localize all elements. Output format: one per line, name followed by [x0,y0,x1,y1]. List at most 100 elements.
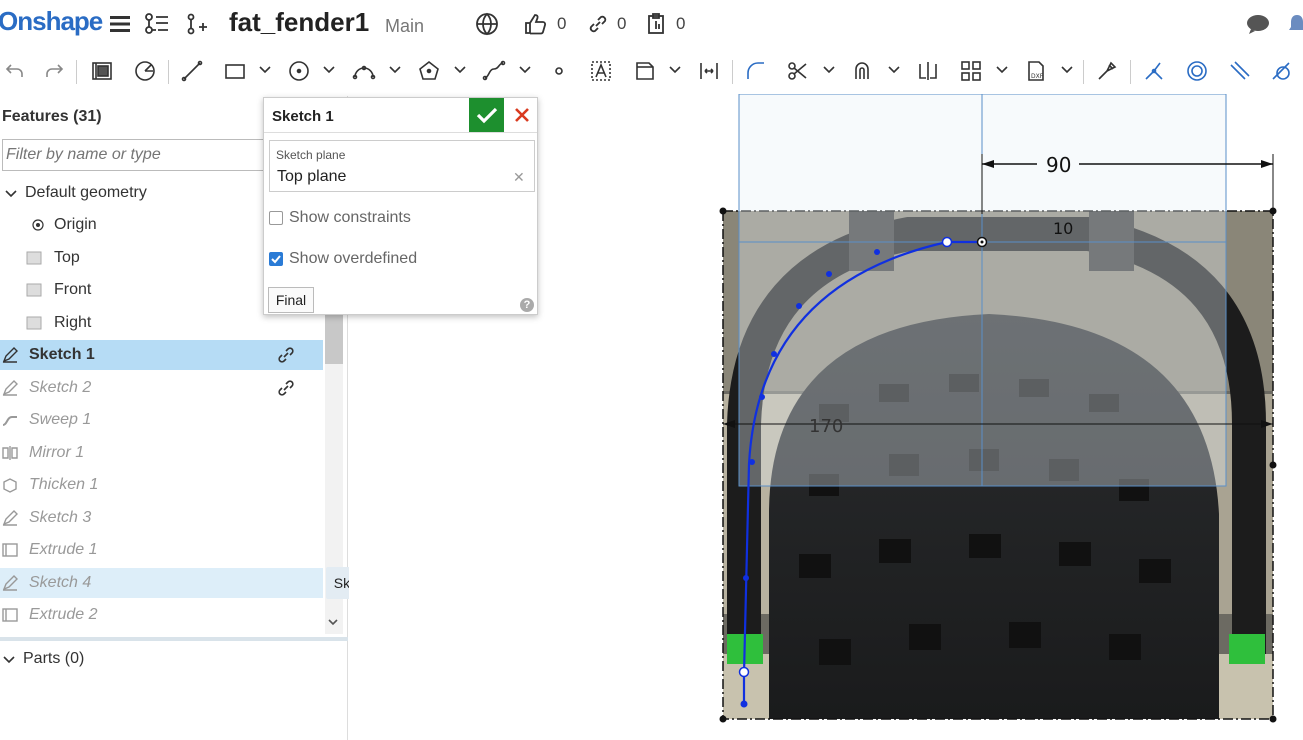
feature-filter-input[interactable] [2,139,272,171]
help-icon[interactable]: ? [520,298,534,312]
link-icon[interactable] [584,10,612,38]
feature-item-sketch-4[interactable]: Sketch 4 [0,568,323,598]
chevron-down-icon[interactable] [453,62,467,76]
line-tool-icon[interactable] [177,56,207,86]
dimension-tool-icon[interactable] [694,56,724,86]
dimension-height-text[interactable]: 10 [1053,219,1073,238]
pattern-tool-icon[interactable] [956,56,986,86]
feature-item-sketch-2[interactable]: Sketch 2 [0,373,323,403]
plane-icon [25,281,43,299]
notifications-icon[interactable] [1283,10,1303,38]
scroll-down-icon[interactable] [327,616,339,630]
redo-icon[interactable] [39,56,69,86]
show-constraints-option[interactable]: Show constraints [269,209,411,227]
arc-tool-icon[interactable] [349,56,379,86]
point-tool-icon[interactable] [544,56,574,86]
extrude-icon [1,606,19,624]
sketch-tool-icon[interactable] [87,56,117,86]
chevron-down-icon[interactable] [2,652,20,666]
feature-label: Mirror 1 [29,444,85,461]
like-icon[interactable] [522,10,550,38]
sketch-icon [1,346,19,364]
feature-label: Extrude 1 [29,541,98,558]
show-constraints-checkbox[interactable] [269,211,283,225]
tangent-constraint-icon[interactable] [1266,56,1296,86]
chevron-down-icon[interactable] [322,62,336,76]
parallel-constraint-icon[interactable] [1224,56,1254,86]
branch-name[interactable]: Main [385,16,424,37]
feature-item-sweep-1[interactable]: Sweep 1 [0,405,323,435]
fillet-tool-icon[interactable] [741,56,771,86]
chevron-down-icon[interactable] [1060,62,1074,76]
panel-divider[interactable] [0,637,348,641]
feature-item-mirror-1[interactable]: Mirror 1 [0,438,323,468]
feature-item-thicken-1[interactable]: Thicken 1 [0,470,323,500]
link-count: 0 [617,14,627,33]
chevron-down-icon[interactable] [887,62,901,76]
feature-item-sketch-3[interactable]: Sketch 3 [0,503,323,533]
tree-item-label: Front [54,281,92,298]
copy-count: 0 [676,14,686,33]
sketch-plane-field[interactable]: Sketch plane Top plane ✕ [269,140,535,192]
parts-group[interactable]: Parts (0) [0,650,84,668]
final-button[interactable]: Final [268,287,314,313]
polygon-tool-icon[interactable] [414,56,444,86]
sketch-icon [1,509,19,527]
dxf-import-icon[interactable]: DXF [1021,56,1051,86]
comments-icon[interactable] [1244,10,1272,38]
chevron-down-icon[interactable] [668,62,682,76]
close-icon [515,108,529,122]
cancel-button[interactable] [506,98,538,132]
rectangle-tool-icon[interactable] [220,56,250,86]
sketch-dialog-title: Sketch 1 [272,108,334,125]
show-overdefined-checkbox[interactable] [269,252,283,266]
feature-label: Sketch 1 [29,346,95,363]
feature-item-sketch-1[interactable]: Sketch 1 [0,340,323,370]
chevron-down-icon[interactable] [822,62,836,76]
extrude-icon [1,541,19,559]
show-overdefined-option[interactable]: Show overdefined [269,250,417,268]
document-title[interactable]: fat_fender1 [229,7,369,38]
clear-plane-icon[interactable]: ✕ [513,169,525,186]
mirror-tool-icon[interactable] [913,56,943,86]
link-icon[interactable] [277,379,295,397]
dimension-width-text: 90 [1046,153,1071,177]
version-graph-icon[interactable] [183,10,211,38]
confirm-button[interactable] [469,98,504,132]
construction-tool-icon[interactable] [630,56,660,86]
feature-item-extrude-1[interactable]: Extrude 1 [0,535,323,565]
undo-icon[interactable] [0,56,30,86]
chevron-down-icon[interactable] [2,184,20,202]
link-icon[interactable] [277,346,295,364]
check-icon [476,107,497,124]
circle-tool-icon[interactable] [284,56,314,86]
chevron-down-icon[interactable] [518,62,532,76]
sketch-endpoint[interactable] [738,666,750,678]
tree-item-label: Right [54,314,92,331]
spline-tool-icon[interactable] [479,56,509,86]
feature-label: Sketch 4 [29,574,92,591]
trim-tool-icon[interactable] [783,56,813,86]
sketch-plane-value: Top plane [277,168,347,185]
onshape-logo[interactable]: Onshape [0,6,103,37]
menu-icon[interactable] [106,10,134,38]
clipboard-icon[interactable] [643,10,671,38]
chevron-down-icon[interactable] [388,62,402,76]
offset-tool-icon[interactable] [848,56,878,86]
feature-label: Sweep 1 [29,411,92,428]
feature-item-extrude-2[interactable]: Extrude 2 [0,600,323,630]
sketch-endpoint[interactable] [941,236,953,248]
transform-tool-icon[interactable] [1092,56,1122,86]
coincident-constraint-icon[interactable] [1139,56,1169,86]
chevron-down-icon[interactable] [258,62,272,76]
feature-list-icon[interactable] [143,10,171,38]
sketch-icon [1,379,19,397]
feature-label: Sketch 2 [29,379,92,396]
text-tool-icon[interactable] [586,56,616,86]
concentric-constraint-icon[interactable] [1182,56,1212,86]
pie-tool-icon[interactable] [130,56,160,86]
mirror-icon [1,444,19,462]
feature-scrollbar-thumb[interactable] [325,314,343,364]
chevron-down-icon[interactable] [995,62,1009,76]
globe-icon[interactable] [473,10,501,38]
